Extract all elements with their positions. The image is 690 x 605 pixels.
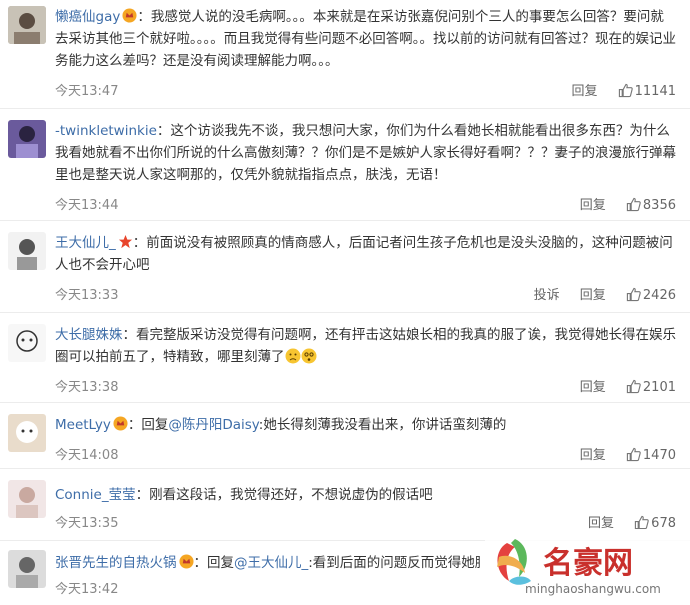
user-avatar[interactable]	[8, 324, 46, 362]
avatar-image-icon	[8, 120, 46, 158]
username-link[interactable]: 懒癌仙gay	[55, 9, 120, 25]
username-link[interactable]: -twinkletwinkie	[55, 123, 157, 139]
like-count: 8356	[642, 198, 676, 213]
mention-link[interactable]: @陈丹阳Daisy	[168, 417, 258, 433]
comment-item: 大长腿姝姝：看完整版采访没觉得有问题啊，还有抨击这姑娘长相的我真的服了诶，我觉得…	[0, 312, 690, 403]
like-count: 1470	[642, 448, 676, 463]
username-link[interactable]: Connie_莹莹	[55, 487, 136, 503]
comment-body: MeetLyy ：回复@陈丹阳Daisy:她长得刻薄我没看出来，你讲话蛮刻薄的	[55, 414, 676, 436]
star-badge-icon	[118, 234, 132, 249]
reply-button[interactable]: 回复	[580, 288, 606, 303]
comment-body: 懒癌仙gay ：我感觉人说的没毛病啊。。。本来就是在采访张嘉倪问别个三人的事要怎么…	[55, 6, 676, 72]
vip-crown-icon	[122, 8, 137, 23]
username-link[interactable]: 大长腿姝姝	[55, 327, 123, 343]
comment-text: ：看完整版采访没觉得有问题啊，还有抨击这姑娘长相的我真的服了诶，我觉得她长得在娱…	[55, 327, 676, 365]
avatar-image-icon	[8, 6, 46, 44]
like-button[interactable]: 1470	[626, 447, 676, 463]
comment-body: 张晋先生的自热火锅 ：回复@王大仙儿_:看到后面的问题反而觉得她脾气真	[55, 552, 480, 574]
comment-body: 大长腿姝姝：看完整版采访没觉得有问题啊，还有抨击这姑娘长相的我真的服了诶，我觉得…	[55, 324, 676, 368]
report-button[interactable]: 投诉	[534, 288, 560, 303]
thumbs-up-icon	[618, 83, 633, 98]
comment-text-prefix: ：回复	[127, 417, 169, 433]
user-avatar[interactable]	[8, 480, 46, 518]
like-count: 11141	[634, 84, 676, 99]
comment-time: 今天13:42	[55, 582, 119, 597]
comment-time: 今天14:08	[55, 448, 119, 463]
comment-text: ：我感觉人说的没毛病啊。。。本来就是在采访张嘉倪问别个三人的事要怎么回答？要问就…	[55, 9, 676, 69]
avatar-image-icon	[8, 414, 46, 452]
site-watermark: 名豪网 minghaoshangwu.com	[485, 529, 690, 601]
reply-button[interactable]: 回复	[580, 380, 606, 395]
like-button[interactable]: 2426	[626, 287, 676, 303]
comment-body: 王大仙儿_ ：前面说没有被照顾真的情商感人，后面记者问生孩子危机也是没头没脑的，这…	[55, 232, 676, 276]
avatar-image-icon	[8, 232, 46, 270]
comment-text: :看到后面的问题反而觉得她脾气真	[308, 555, 480, 571]
user-avatar[interactable]	[8, 232, 46, 270]
mention-link[interactable]: @王大仙儿_	[234, 555, 308, 571]
comment-text: ：前面说没有被照顾真的情商感人，后面记者问生孩子危机也是没头没脑的，这种问题被问…	[55, 235, 673, 273]
thumbs-up-icon	[626, 197, 641, 212]
comment-text: ：刚看这段话，我觉得还好，不想说虚伪的假话吧	[135, 487, 433, 503]
comment-actions: 回复 8356	[564, 194, 676, 213]
comment-time: 今天13:44	[55, 198, 119, 213]
user-avatar[interactable]	[8, 550, 46, 588]
sad-face-emoji-icon	[285, 348, 300, 364]
comment-text-prefix: ：回复	[193, 555, 235, 571]
thumbs-up-icon	[626, 447, 641, 462]
like-count: 2101	[642, 380, 676, 395]
avatar-image-icon	[8, 480, 46, 518]
username-link[interactable]: 张晋先生的自热火锅	[55, 555, 177, 571]
watermark-brand: 名豪网	[543, 546, 633, 581]
user-avatar[interactable]	[8, 120, 46, 158]
dizzy-face-emoji-icon	[301, 348, 316, 364]
avatar-image-icon	[8, 550, 46, 588]
vip-crown-icon	[113, 416, 128, 431]
comment-item: 王大仙儿_ ：前面说没有被照顾真的情商感人，后面记者问生孩子危机也是没头没脑的，这…	[0, 220, 690, 313]
comment-text: :她长得刻薄我没看出来，你讲话蛮刻薄的	[258, 417, 507, 433]
comment-actions: 投诉 回复 2426	[518, 284, 676, 303]
thumbs-up-icon	[626, 287, 641, 302]
vip-crown-icon	[178, 554, 194, 569]
comment-body: Connie_莹莹：刚看这段话，我觉得还好，不想说虚伪的假话吧	[55, 484, 676, 506]
like-button[interactable]: 11141	[618, 83, 676, 99]
like-button[interactable]: 8356	[626, 197, 676, 213]
comment-time: 今天13:33	[55, 288, 119, 303]
user-avatar[interactable]	[8, 414, 46, 452]
comment-item: 懒癌仙gay ：我感觉人说的没毛病啊。。。本来就是在采访张嘉倪问别个三人的事要怎么…	[0, 0, 690, 109]
comment-actions: 回复 1470	[564, 444, 676, 463]
comment-time: 今天13:38	[55, 380, 119, 395]
comment-time: 今天13:35	[55, 516, 119, 531]
reply-button[interactable]: 回复	[571, 84, 597, 99]
like-button[interactable]: 2101	[626, 379, 676, 395]
avatar-image-icon	[8, 324, 46, 362]
thumbs-up-icon	[635, 515, 649, 530]
watermark-url: minghaoshangwu.com	[525, 582, 661, 596]
comment-body: -twinkletwinkie：这个访谈我先不谈，我只想问大家，你们为什么看她长…	[55, 120, 676, 186]
like-count: 2426	[642, 288, 676, 303]
comment-time: 今天13:47	[55, 84, 119, 99]
comment-actions: 回复 2101	[564, 376, 676, 395]
username-link[interactable]: 王大仙儿_	[55, 235, 116, 251]
reply-button[interactable]: 回复	[580, 448, 606, 463]
reply-button[interactable]: 回复	[580, 198, 606, 213]
comment-item: MeetLyy ：回复@陈丹阳Daisy:她长得刻薄我没看出来，你讲话蛮刻薄的 今…	[0, 402, 690, 469]
thumbs-up-icon	[626, 379, 641, 394]
watermark-logo-icon: 名豪网 minghaoshangwu.com	[485, 529, 690, 601]
comment-actions: 回复 11141	[555, 80, 676, 99]
comment-item: -twinkletwinkie：这个访谈我先不谈，我只想问大家，你们为什么看她长…	[0, 108, 690, 221]
user-avatar[interactable]	[8, 6, 46, 44]
username-link[interactable]: MeetLyy	[55, 417, 111, 433]
